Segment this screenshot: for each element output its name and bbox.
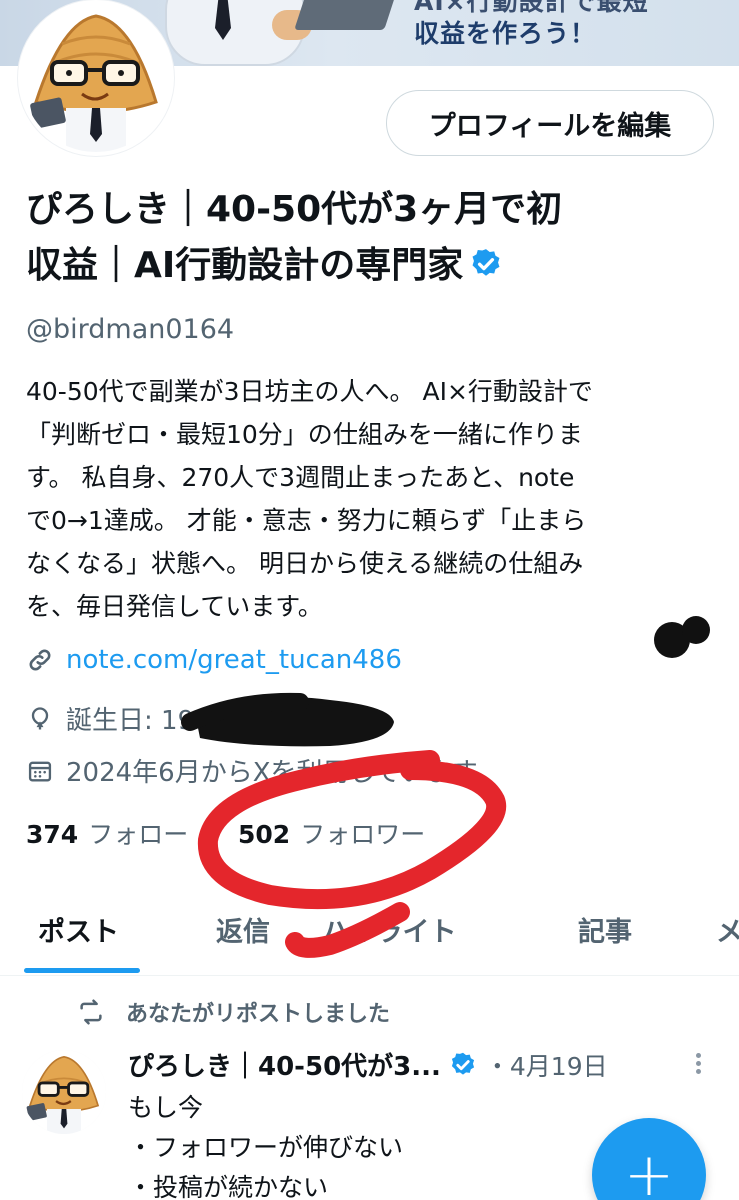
post-body[interactable]: もし今 ・フォロワーが伸びない ・投稿が続かない (128, 1088, 403, 1200)
bio-line: で0→1達成。 才能・意志・努力に頼らず「止まら (26, 506, 587, 535)
tab-articles[interactable]: 記事 (578, 910, 632, 949)
following-count: 374 (26, 820, 79, 849)
profile-bio: 40-50代で副業が3日坊主の人へ。 AI×行動設計で 「判断ゼロ・最短10分」… (26, 370, 726, 628)
bio-line: 40-50代で副業が3日坊主の人へ。 AI×行動設計で (26, 377, 593, 406)
repost-label: あなたがリポストしました (126, 1002, 391, 1027)
followers-count: 502 (238, 820, 291, 849)
banner-laptop (294, 0, 396, 30)
profile-display-name: ぴろしき｜40-50代が3ヶ月で初 収益｜AI行動設計の専門家 (26, 182, 706, 294)
calendar-icon (28, 761, 52, 781)
compose-post-button[interactable]: + (592, 1118, 706, 1200)
display-name-line2: 収益｜AI行動設計の専門家 (26, 238, 706, 294)
pie-character-avatar (22, 4, 170, 152)
verified-badge-icon[interactable] (469, 247, 503, 281)
profile-avatar[interactable] (18, 0, 174, 156)
post-line: ・フォロワーが伸びない (128, 1133, 404, 1162)
profile-website[interactable]: note.com/great_tucan486 (26, 645, 402, 675)
post-date[interactable]: ・4月19日 (485, 1047, 608, 1083)
post-header: ぴろしき｜40-50代が3... ・4月19日 (128, 1046, 608, 1083)
website-link[interactable]: note.com/great_tucan486 (66, 645, 402, 675)
bio-line: なくなる」状態へ。 明日から使える継続の仕組み (26, 549, 584, 578)
display-name-line2-text: 収益｜AI行動設計の専門家 (26, 245, 464, 286)
tab-posts[interactable]: ポスト (38, 910, 119, 949)
banner-text-line2: 収益を作ろう！ (414, 19, 597, 48)
more-dots-icon[interactable] (688, 1050, 708, 1080)
followers-count-link[interactable]: 502 フォロワー (238, 815, 425, 851)
profile-handle: @birdman0164 (26, 314, 235, 345)
following-label: フォロー (88, 820, 189, 849)
verified-badge-icon[interactable] (449, 1051, 477, 1079)
profile-birthday: 誕生日: 19 (26, 700, 194, 737)
redaction-scribble (181, 692, 394, 747)
link-icon (29, 649, 51, 671)
post-author-name[interactable]: ぴろしき｜40-50代が3... (128, 1046, 441, 1083)
post-line: ・投稿が続かない (128, 1173, 329, 1200)
followers-label: フォロワー (300, 820, 426, 849)
profile-tabs: ポスト 返信 ハイライト 記事 メ (0, 900, 739, 976)
profile-joined-date: 2024年6月からXを利用しています (26, 752, 478, 789)
active-tab-indicator (24, 968, 140, 973)
following-count-link[interactable]: 374 フォロー (26, 815, 188, 851)
bio-line: を、毎日発信しています。 (26, 592, 323, 621)
tab-highlights[interactable]: ハイライト (322, 910, 456, 949)
balloon-icon (31, 706, 49, 729)
pie-character-avatar-small (22, 1050, 106, 1134)
tab-media[interactable]: メ (716, 910, 739, 949)
edit-profile-button[interactable]: プロフィールを編集 (386, 90, 714, 156)
tab-replies[interactable]: 返信 (216, 910, 270, 949)
birthday-text: 誕生日: 19 (66, 706, 195, 736)
bio-line: 「判断ゼロ・最短10分」の仕組みを一緒に作りま (26, 420, 583, 449)
repost-indicator: あなたがリポストしました (76, 996, 390, 1028)
repost-icon (80, 999, 102, 1025)
post-author-avatar[interactable] (22, 1050, 106, 1134)
joined-text: 2024年6月からXを利用しています (66, 758, 478, 788)
display-name-line1: ぴろしき｜40-50代が3ヶ月で初 (26, 189, 563, 230)
bio-line: す。 私自身、270人で3週間止まったあと、note (26, 463, 575, 492)
post-line: もし今 (128, 1093, 204, 1122)
